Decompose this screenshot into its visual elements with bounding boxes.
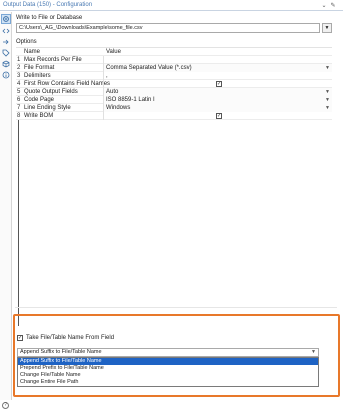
chevron-down-icon: ▼ — [325, 65, 330, 71]
option-checkbox[interactable]: ✓ — [216, 81, 222, 87]
chevron-down-icon: ▼ — [325, 89, 330, 95]
pin-icon[interactable]: ✎ — [329, 1, 337, 9]
title-bar: Output Data (150) - Configuration ⌄ ✎ — [0, 0, 343, 11]
chevron-down-icon: ▼ — [311, 349, 316, 355]
option-name: Code Page — [24, 97, 55, 103]
window-title: Output Data (150) - Configuration — [3, 2, 93, 8]
option-row-number: 1 — [17, 57, 21, 63]
file-label: Write to File or Database — [16, 15, 83, 21]
option-value[interactable]: Windows ▼ — [103, 104, 332, 112]
dropdown-option[interactable]: Change Entire File Path — [18, 379, 318, 386]
option-row: 6 Code Page ISO 8859-1 Latin I ▼ — [16, 96, 332, 104]
options-header: Name Value — [16, 48, 332, 56]
help-icon[interactable]: ? — [2, 402, 9, 409]
option-row: 8 Write BOM ✓ — [16, 112, 332, 120]
dropdown-option[interactable]: Append Suffix to File/Table Name — [18, 358, 318, 365]
option-value-text: Auto — [106, 89, 119, 95]
dropdown-option[interactable]: Change File/Table Name — [18, 372, 318, 379]
option-value-text: Comma Separated Value (*.csv) — [106, 65, 192, 71]
cube-icon[interactable] — [1, 59, 11, 69]
option-value-text: Windows — [106, 105, 131, 111]
option-row-number: 4 — [17, 81, 21, 87]
gear-icon[interactable] — [1, 14, 11, 24]
option-name: First Row Contains Field Names — [24, 81, 111, 87]
option-row: 3 Delimiters, — [16, 72, 332, 80]
option-row: 4 First Row Contains Field Names ✓ — [16, 80, 332, 88]
option-name: Max Records Per File — [24, 57, 82, 63]
option-name: Delimiters — [24, 73, 51, 79]
configuration-panel: Write to File or Database C:\Users\_AG_\… — [13, 12, 343, 400]
option-row: 2 File Format Comma Separated Value (*.csv… — [16, 64, 332, 72]
option-row-number: 5 — [17, 89, 21, 95]
chevron-down-icon: ▼ — [324, 25, 330, 31]
option-row-number: 2 — [17, 65, 21, 71]
column-header-value: Value — [106, 49, 121, 55]
code-icon[interactable] — [1, 26, 11, 36]
option-value[interactable]: ✓ — [103, 80, 332, 88]
chevron-down-icon: ▼ — [325, 105, 330, 111]
option-value[interactable]: ✓ — [103, 112, 332, 120]
option-value-text: , — [106, 73, 108, 79]
option-name: Line Ending Style — [24, 105, 71, 111]
chevron-down-icon: ▼ — [325, 97, 330, 103]
option-row-number: 6 — [17, 97, 21, 103]
option-value[interactable]: Auto ▼ — [103, 88, 332, 96]
take-field-select[interactable]: Append Suffix to File/Table Name ▼ — [17, 348, 319, 357]
take-field-dropdown-list: Append Suffix to File/Table Name Prepend… — [17, 357, 319, 387]
take-field-label: Take File/Table Name From Field — [26, 335, 115, 341]
option-name: File Format — [24, 65, 55, 71]
arrow-icon[interactable] — [1, 37, 11, 47]
take-field-selected: Append Suffix to File/Table Name — [20, 349, 102, 355]
divider-line — [18, 120, 19, 326]
panel-divider — [15, 307, 337, 308]
options-table: Name Value 1 Max Records Per File 2 File Fo… — [16, 47, 332, 120]
option-name: Write BOM — [24, 113, 54, 119]
column-header-name: Name — [24, 49, 41, 55]
file-dropdown-button[interactable]: ▼ — [322, 23, 332, 33]
option-row: 5 Quote Output Fields Auto ▼ — [16, 88, 332, 96]
tag-icon[interactable] — [1, 48, 11, 58]
chevron-down-icon[interactable]: ⌄ — [320, 1, 328, 9]
option-row-number: 7 — [17, 105, 21, 111]
option-row-number: 8 — [17, 113, 21, 119]
left-toolbar: ? — [0, 12, 12, 409]
options-label: Options — [16, 39, 37, 45]
take-field-checkbox[interactable]: ✓ — [17, 335, 23, 341]
option-checkbox[interactable]: ✓ — [216, 113, 222, 119]
option-value[interactable] — [103, 56, 332, 64]
option-row: 7 Line Ending Style Windows ▼ — [16, 104, 332, 112]
option-value[interactable]: ISO 8859-1 Latin I ▼ — [103, 96, 332, 104]
option-row: 1 Max Records Per File — [16, 56, 332, 64]
dropdown-option[interactable]: Prepend Prefix to File/Table Name — [18, 365, 318, 372]
option-value[interactable]: , — [103, 72, 332, 80]
option-value-text: ISO 8859-1 Latin I — [106, 97, 155, 103]
option-value[interactable]: Comma Separated Value (*.csv) ▼ — [103, 64, 332, 72]
file-path-input[interactable]: C:\Users\_AG_\Downloads\Example\some_fil… — [16, 23, 320, 33]
option-name: Quote Output Fields — [24, 89, 78, 95]
option-row-number: 3 — [17, 73, 21, 79]
info-icon[interactable] — [1, 70, 11, 80]
